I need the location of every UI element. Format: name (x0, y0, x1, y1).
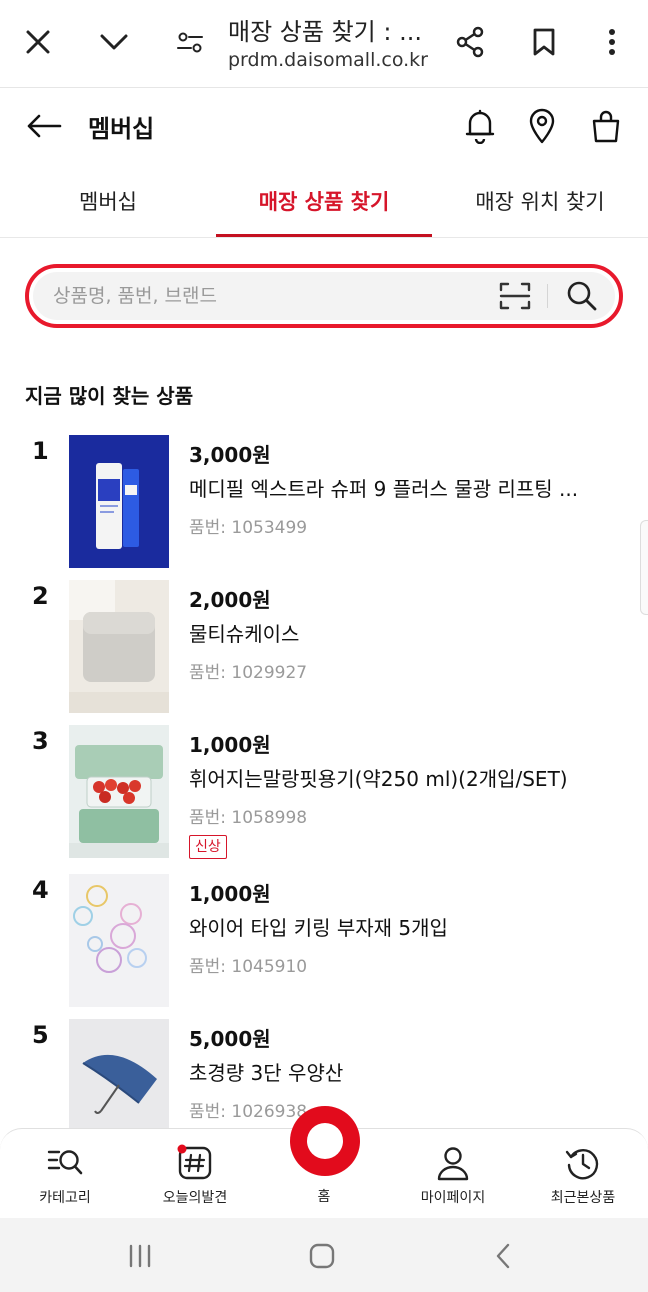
recent-apps-icon[interactable] (118, 1234, 162, 1278)
browser-toolbar: 매장 상품 찾기 : ... prdm.daisomall.co.kr (0, 0, 648, 88)
product-name[interactable]: 메디필 엑스트라 슈퍼 9 플러스 물광 리프팅 ... (189, 473, 589, 502)
search-divider (547, 284, 548, 308)
nav-label: 오늘의발견 (162, 1190, 228, 1206)
home-ring-center (307, 1123, 343, 1159)
tab-membership[interactable]: 멤버십 (0, 164, 216, 238)
chevron-down-icon[interactable] (94, 20, 134, 64)
product-rank: 4 (32, 876, 49, 904)
system-navigation-bar (0, 1218, 648, 1292)
popular-products-title: 지금 많이 찾는 상품 (25, 384, 194, 408)
bookmark-icon[interactable] (524, 20, 564, 64)
product-code: 품번: 1026938 (189, 1102, 308, 1122)
product-code: 품번: 1058998 (189, 808, 308, 828)
side-scroll-handle[interactable] (640, 520, 648, 615)
product-price: 3,000원 (189, 443, 271, 467)
product-code: 품번: 1053499 (189, 518, 308, 538)
home-ring-icon[interactable] (290, 1106, 360, 1176)
system-back-icon[interactable] (482, 1234, 526, 1278)
product-name[interactable]: 와이어 타입 키링 부자재 5개입 (189, 912, 589, 941)
app-frame: 매장 상품 찾기 : ... prdm.daisomall.co.kr 멤버십 (0, 0, 648, 1292)
product-price: 1,000원 (189, 882, 271, 906)
product-thumbnail[interactable] (69, 874, 169, 1007)
product-name[interactable]: 휘어지는말랑핏용기(약250 ml)(2개입/SET) (189, 763, 589, 792)
product-name[interactable]: 물티슈케이스 (189, 618, 589, 647)
person-icon (433, 1143, 473, 1183)
system-home-icon[interactable] (300, 1234, 344, 1278)
more-vertical-icon[interactable] (592, 20, 632, 64)
nav-recently-viewed[interactable]: 최근본상품 (528, 1129, 638, 1219)
product-rank: 2 (32, 582, 49, 610)
product-list-item[interactable]: 3 1,000원 휘어지는말랑핏용기(약250 ml)(2개입/SET) 품번:… (0, 725, 648, 860)
close-icon[interactable] (18, 20, 58, 64)
search-field-background (33, 272, 615, 320)
hashtag-icon (175, 1143, 215, 1183)
app-header: 멤버십 (0, 88, 648, 164)
search-box (25, 264, 623, 328)
new-product-badge: 신상 (189, 835, 227, 859)
back-arrow-icon[interactable] (22, 106, 66, 146)
nav-category[interactable]: 카테고리 (10, 1129, 120, 1219)
nav-label: 카테고리 (39, 1190, 91, 1206)
nav-today-discovery[interactable]: 오늘의발견 (140, 1129, 250, 1219)
product-price: 1,000원 (189, 733, 271, 757)
tab-store-location-search[interactable]: 매장 위치 찾기 (432, 164, 648, 238)
history-icon (563, 1143, 603, 1183)
tab-bar: 멤버십 매장 상품 찾기 매장 위치 찾기 (0, 164, 648, 238)
search-input[interactable] (53, 272, 473, 320)
product-code: 품번: 1045910 (189, 957, 308, 977)
product-list-item[interactable]: 1 3,000원 메디필 엑스트라 슈퍼 9 플러스 물광 리프팅 ... 품번… (0, 435, 648, 570)
search-icon[interactable] (561, 276, 603, 316)
nav-my-page[interactable]: 마이페이지 (398, 1129, 508, 1219)
active-tab-indicator (216, 234, 432, 237)
tab-store-product-search[interactable]: 매장 상품 찾기 (216, 164, 432, 238)
product-rank: 3 (32, 727, 49, 755)
nav-label: 마이페이지 (420, 1190, 486, 1206)
share-icon[interactable] (450, 20, 490, 64)
product-rank: 1 (32, 437, 49, 465)
page-title: 멤버십 (88, 115, 155, 143)
product-code: 품번: 1029927 (189, 663, 308, 683)
page-settings-icon[interactable] (170, 20, 210, 64)
product-rank: 5 (32, 1021, 49, 1049)
product-price: 5,000원 (189, 1027, 271, 1051)
barcode-scan-icon[interactable] (495, 278, 535, 314)
product-price: 2,000원 (189, 588, 271, 612)
browser-page-title[interactable]: 매장 상품 찾기 : ... (228, 12, 428, 47)
product-thumbnail[interactable] (69, 435, 169, 568)
bell-icon[interactable] (460, 104, 500, 148)
nav-home-label[interactable]: 홈 (269, 1186, 379, 1206)
product-list-item[interactable]: 4 1,000원 와이어 타입 키링 부자재 5개입 품번: 1045910 (0, 874, 648, 1009)
location-pin-icon[interactable] (522, 104, 562, 148)
shopping-bag-icon[interactable] (586, 104, 626, 148)
product-thumbnail[interactable] (69, 725, 169, 858)
product-name[interactable]: 초경량 3단 우양산 (189, 1057, 589, 1086)
product-thumbnail[interactable] (69, 580, 169, 713)
nav-label: 최근본상품 (550, 1190, 616, 1206)
product-list-item[interactable]: 2 2,000원 물티슈케이스 품번: 1029927 (0, 580, 648, 715)
browser-url[interactable]: prdm.daisomall.co.kr (228, 49, 428, 71)
category-search-icon (45, 1143, 85, 1183)
